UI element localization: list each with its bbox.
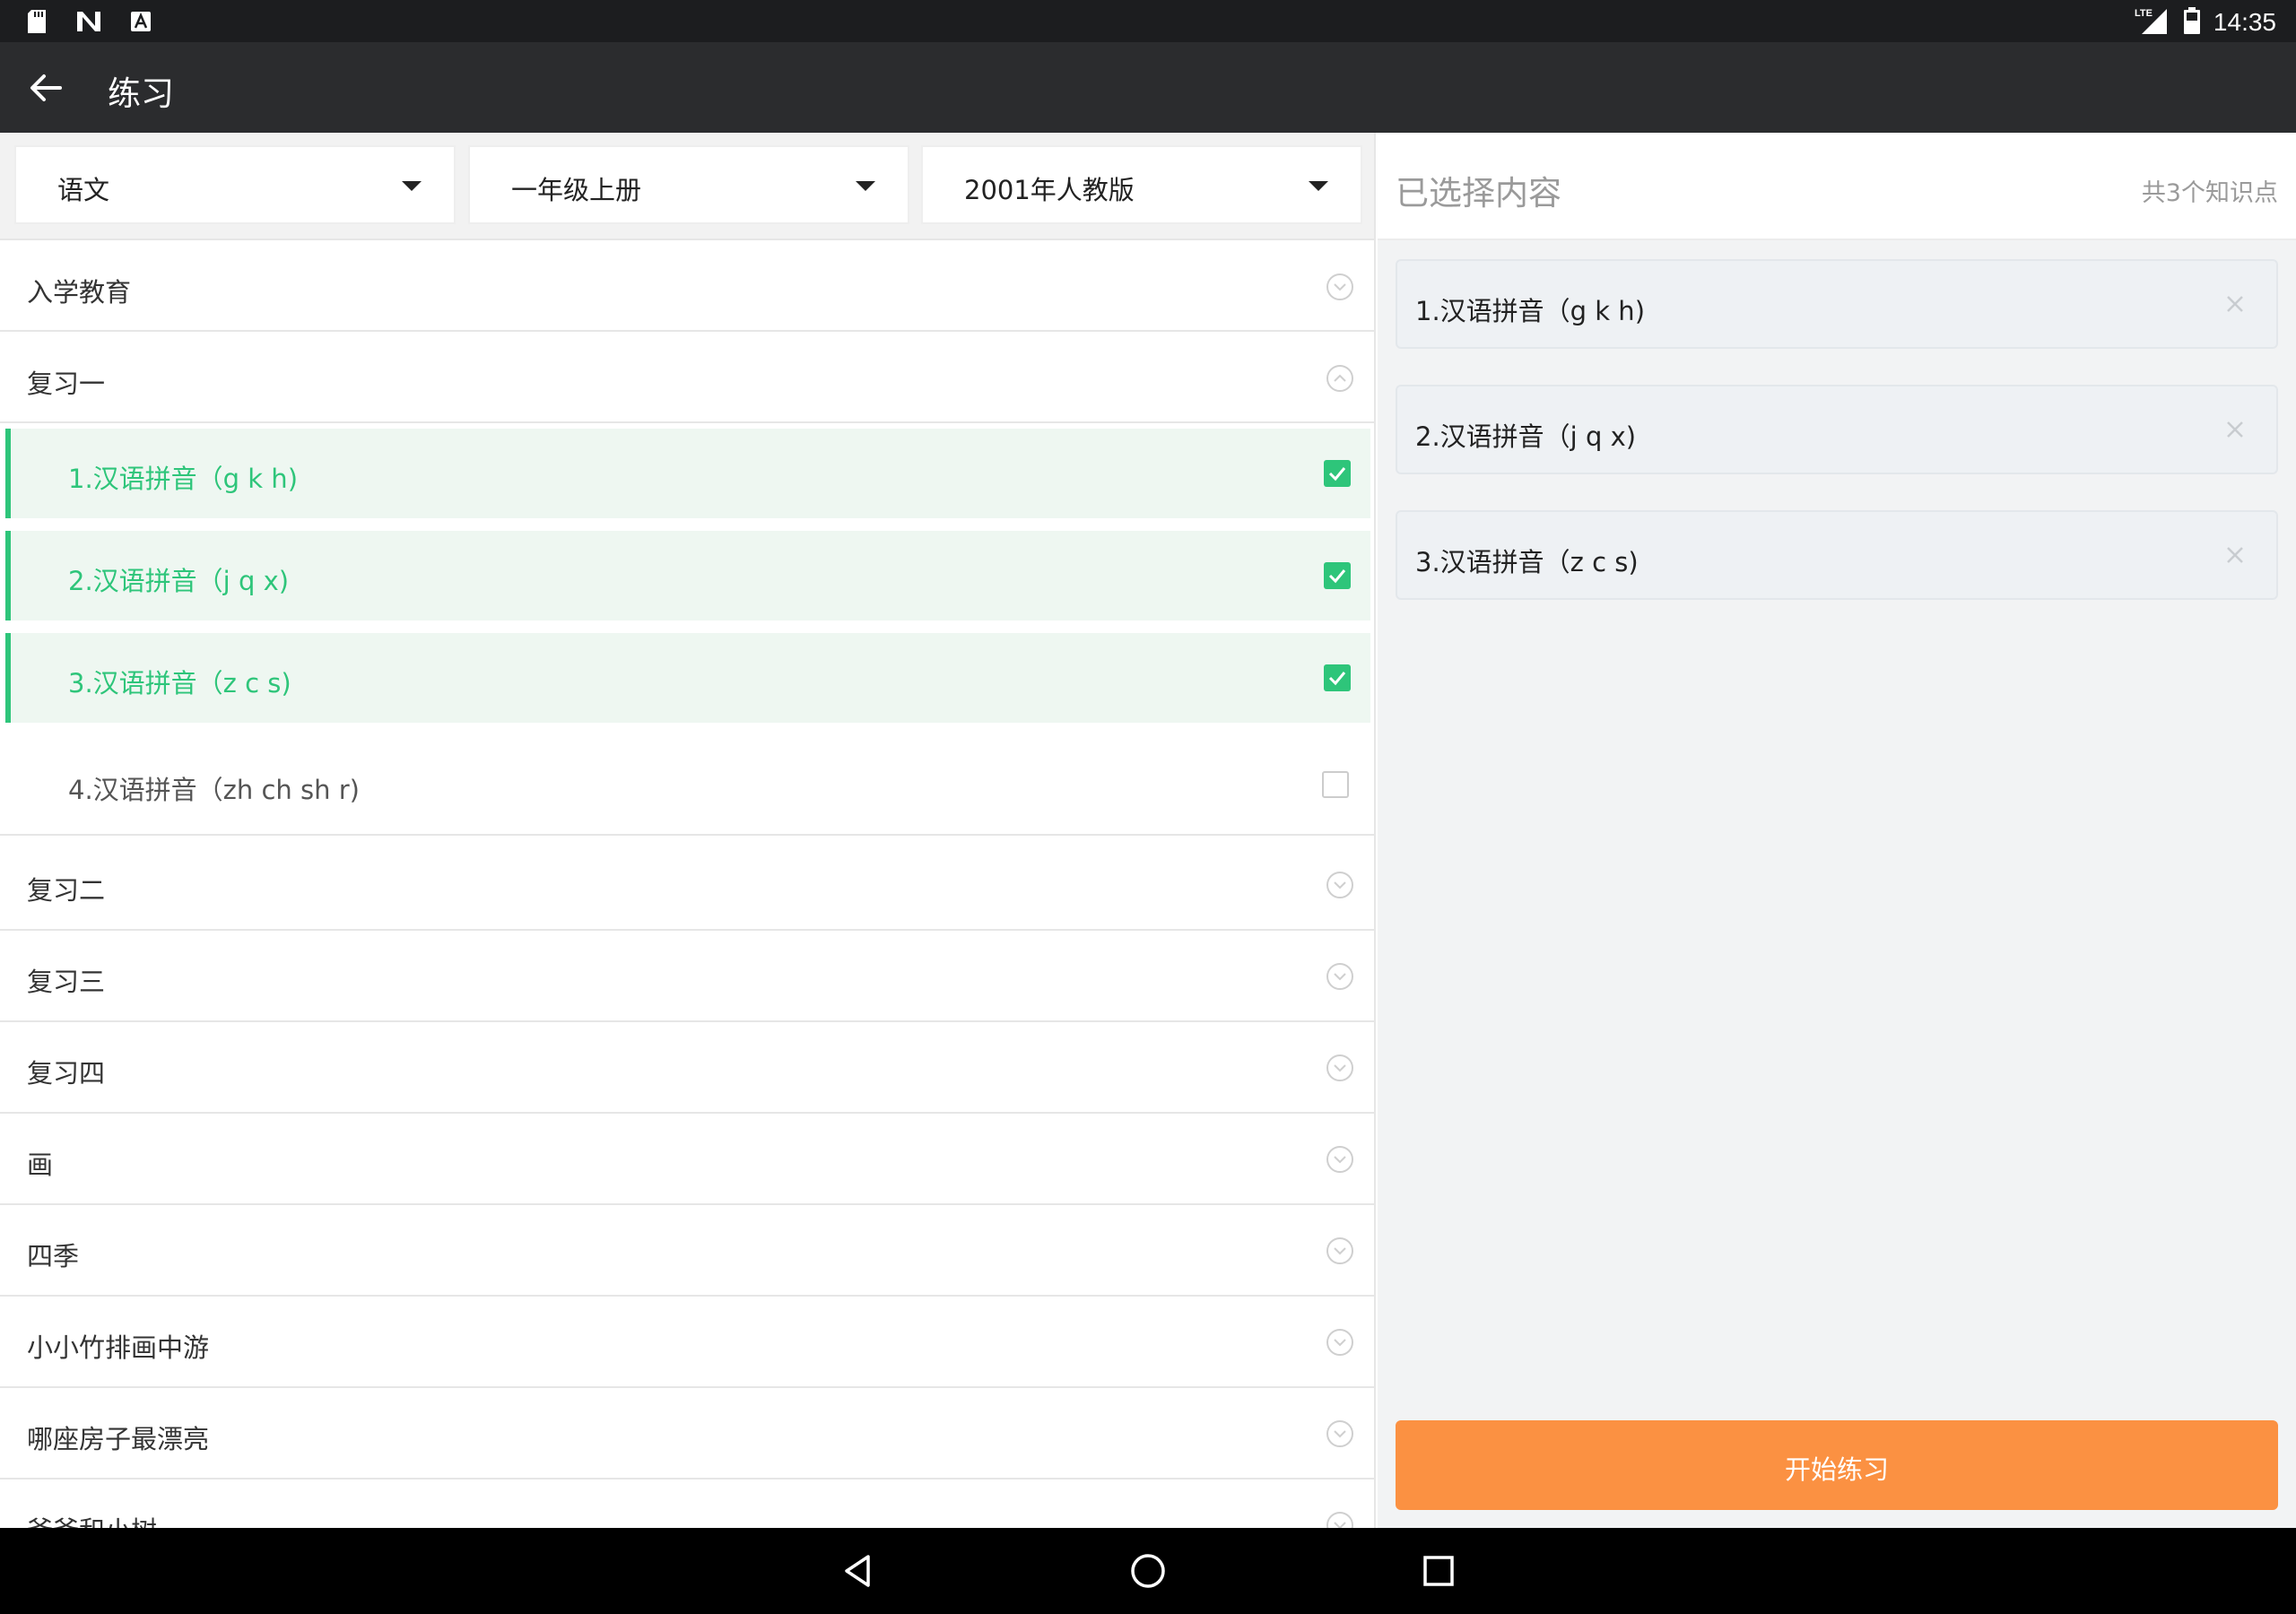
subject-dropdown-label: 语文 xyxy=(57,175,110,205)
edition-dropdown-label: 2001年人教版 xyxy=(964,175,1135,205)
sd-card-icon xyxy=(23,9,50,34)
system-nav-bar xyxy=(0,1528,2296,1614)
status-bar: LTE 14:35 xyxy=(0,0,2296,42)
chapter-label: 复习二 xyxy=(27,875,106,906)
chapter-label: 复习一 xyxy=(27,369,106,399)
lesson-item-1[interactable]: 1.汉语拼音（g k h) xyxy=(5,429,1370,518)
chip-label: 2.汉语拼音（j q x) xyxy=(1415,421,1637,452)
chapter-row-xiaoxiao[interactable]: 小小竹排画中游 xyxy=(0,1297,1374,1388)
chip-label: 3.汉语拼音（z c s) xyxy=(1415,547,1639,577)
caret-down-icon xyxy=(856,181,875,191)
chevron-up-icon xyxy=(1326,365,1353,392)
chevron-down-icon xyxy=(1326,1329,1353,1356)
chapter-label: 四季 xyxy=(27,1241,80,1271)
caret-down-icon xyxy=(1309,181,1328,191)
selected-content-panel: 已选择内容 共3个知识点 1.汉语拼音（g k h) 2.汉语拼音（j q x)… xyxy=(1378,133,2296,1528)
checkbox-checked[interactable] xyxy=(1324,562,1351,589)
edition-dropdown[interactable]: 2001年人教版 xyxy=(921,145,1362,224)
chapter-row-siji[interactable]: 四季 xyxy=(0,1205,1374,1297)
lesson-label: 4.汉语拼音（zh ch sh r) xyxy=(68,775,360,805)
grade-dropdown-label: 一年级上册 xyxy=(511,175,642,205)
selected-count: 共3个知识点 xyxy=(2141,179,2278,207)
nav-back-icon[interactable] xyxy=(834,1548,881,1594)
filter-bar: 语文 一年级上册 2001年人教版 xyxy=(0,133,1374,240)
chapter-row-review4[interactable]: 复习四 xyxy=(0,1022,1374,1114)
chapter-label: 入学教育 xyxy=(27,277,132,308)
page-title: 练习 xyxy=(108,74,174,113)
nav-recents-icon[interactable] xyxy=(1415,1548,1462,1594)
checkbox-checked[interactable] xyxy=(1324,664,1351,691)
nav-home-icon[interactable] xyxy=(1125,1548,1171,1594)
selected-header: 已选择内容 共3个知识点 xyxy=(1378,133,2296,240)
selected-chip-3: 3.汉语拼音（z c s) xyxy=(1396,510,2278,600)
grade-dropdown[interactable]: 一年级上册 xyxy=(468,145,909,224)
app-toolbar: 练习 xyxy=(0,42,2296,133)
checkbox-checked[interactable] xyxy=(1324,460,1351,487)
close-icon[interactable] xyxy=(2219,288,2251,320)
start-practice-button[interactable]: 开始练习 xyxy=(1396,1420,2278,1510)
chapter-label: 复习四 xyxy=(27,1058,106,1089)
chapter-row-review1[interactable]: 复习一 xyxy=(0,334,1374,423)
n-notification-icon xyxy=(75,9,102,34)
chapter-row-hua[interactable]: 画 xyxy=(0,1114,1374,1205)
back-button[interactable] xyxy=(22,64,70,112)
lesson-item-4[interactable]: 4.汉语拼音（zh ch sh r) xyxy=(0,735,1374,836)
start-practice-label: 开始练习 xyxy=(1784,1456,1889,1485)
selected-title: 已选择内容 xyxy=(1396,174,1561,213)
chevron-down-icon xyxy=(1326,273,1353,300)
chevron-down-icon xyxy=(1326,963,1353,990)
checkbox-unchecked[interactable] xyxy=(1322,771,1349,798)
chapter-label: 爷爷和小树 xyxy=(27,1510,157,1528)
chevron-down-icon xyxy=(1326,1146,1353,1173)
subject-dropdown[interactable]: 语文 xyxy=(14,145,456,224)
close-icon[interactable] xyxy=(2219,413,2251,446)
chevron-down-icon xyxy=(1326,1054,1353,1081)
back-arrow-icon xyxy=(30,74,62,101)
chapter-label: 画 xyxy=(27,1150,54,1180)
check-icon xyxy=(1328,569,1346,584)
chapter-row-intro[interactable]: 入学教育 xyxy=(0,242,1374,332)
chapter-list-panel: 语文 一年级上册 2001年人教版 入学教育 复习一 1.汉语拼音（g k h)… xyxy=(0,133,1376,1528)
chapter-label: 小小竹排画中游 xyxy=(27,1332,210,1363)
svg-text:LTE: LTE xyxy=(2135,8,2152,19)
chapter-label: 哪座房子最漂亮 xyxy=(27,1424,210,1454)
chapter-row-yeye[interactable]: 爷爷和小树 xyxy=(0,1480,1374,1528)
lesson-label: 1.汉语拼音（g k h) xyxy=(68,464,299,494)
status-time: 14:35 xyxy=(2213,8,2276,36)
check-icon xyxy=(1328,672,1346,686)
chapter-row-review2[interactable]: 复习二 xyxy=(0,839,1374,931)
lesson-label: 3.汉语拼音（z c s) xyxy=(68,668,291,699)
chapter-row-review3[interactable]: 复习三 xyxy=(0,931,1374,1022)
lesson-item-3[interactable]: 3.汉语拼音（z c s) xyxy=(5,633,1370,723)
chevron-down-icon xyxy=(1326,1512,1353,1528)
caret-down-icon xyxy=(402,181,422,191)
lesson-label: 2.汉语拼音（j q x) xyxy=(68,566,290,596)
chapter-label: 复习三 xyxy=(27,967,106,997)
chevron-down-icon xyxy=(1326,872,1353,898)
chevron-down-icon xyxy=(1326,1237,1353,1264)
close-icon[interactable] xyxy=(2219,539,2251,571)
chip-label: 1.汉语拼音（g k h) xyxy=(1415,296,1646,326)
selected-chip-1: 1.汉语拼音（g k h) xyxy=(1396,259,2278,349)
chevron-down-icon xyxy=(1326,1420,1353,1447)
lte-signal-icon: LTE xyxy=(2135,5,2170,39)
lesson-item-2[interactable]: 2.汉语拼音（j q x) xyxy=(5,531,1370,620)
status-bar-right: LTE 14:35 xyxy=(2135,5,2276,39)
status-bar-left xyxy=(23,9,154,34)
a-notification-icon xyxy=(127,9,154,34)
battery-icon xyxy=(2183,6,2201,39)
check-icon xyxy=(1328,467,1346,482)
selected-chip-2: 2.汉语拼音（j q x) xyxy=(1396,385,2278,474)
chapter-row-nazuo[interactable]: 哪座房子最漂亮 xyxy=(0,1388,1374,1480)
